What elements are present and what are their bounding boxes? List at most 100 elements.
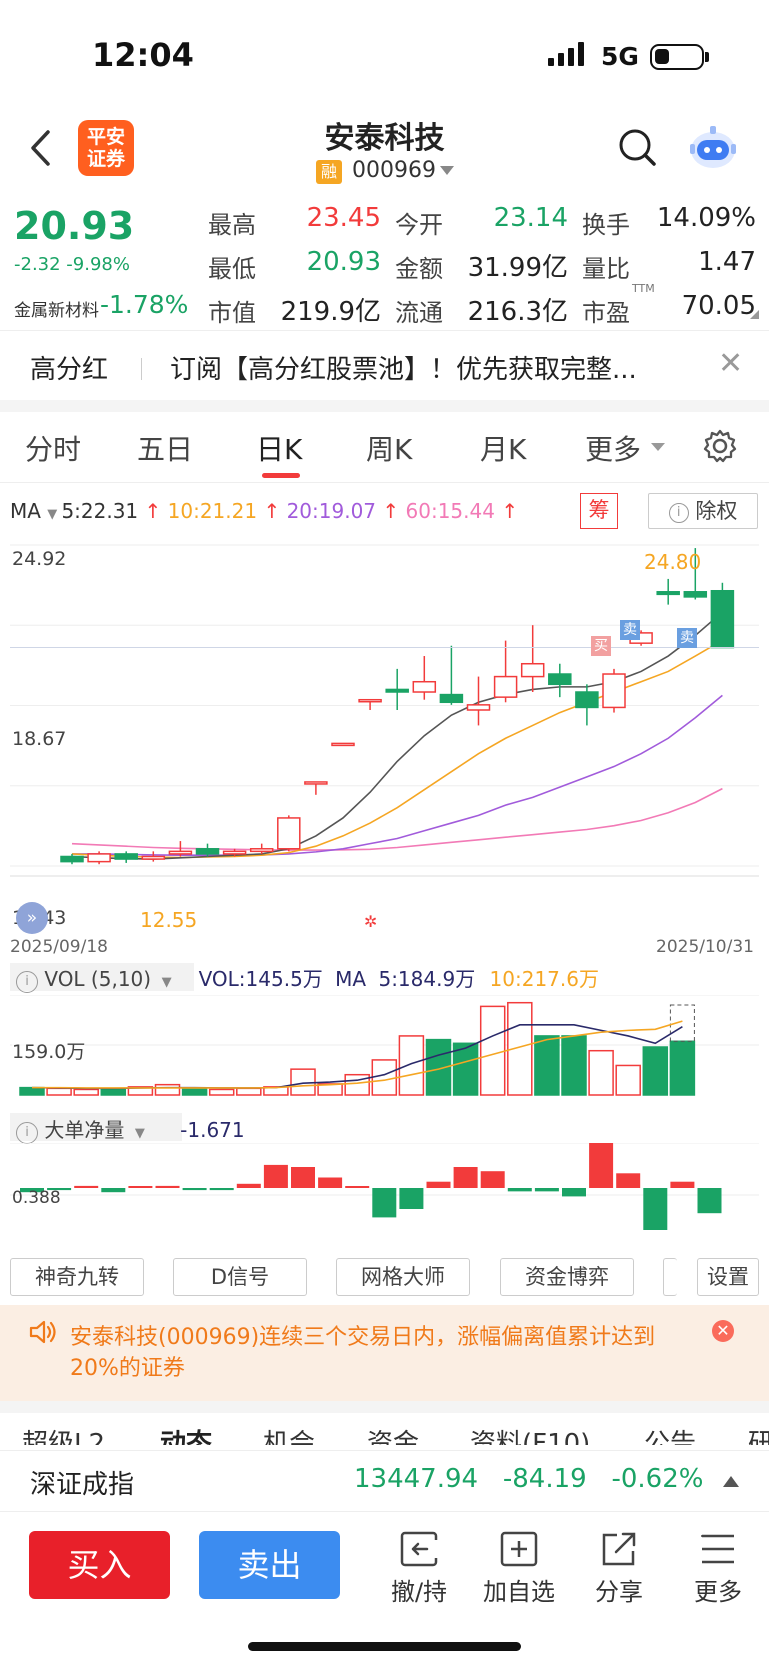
net-volume-bar (616, 1173, 641, 1188)
volume-chart[interactable] (10, 995, 759, 1100)
sell-signal-tag[interactable]: 卖 (620, 620, 640, 640)
net-volume-bar (670, 1181, 695, 1188)
tab-weekly-k[interactable]: 周K (366, 428, 412, 468)
settings-button[interactable]: 设置 (697, 1258, 759, 1296)
tab-daily-k[interactable]: 日K (256, 428, 302, 468)
kline-chart[interactable] (10, 541, 759, 943)
separator (141, 358, 142, 380)
indicator-y-label: 0.388 (12, 1188, 61, 1208)
ma5-value: 5:22.31 (61, 499, 139, 523)
quote-value: 20.93 (306, 247, 381, 277)
candle-down (575, 691, 599, 709)
net-volume-bar (643, 1188, 668, 1230)
ttm-label: TTM (632, 282, 655, 295)
tab-super-l2[interactable]: 超级L2 (22, 1427, 105, 1445)
close-icon[interactable]: ✕ (712, 1320, 734, 1342)
buy-signal-tag[interactable]: 买 (591, 636, 611, 656)
battery-icon (650, 44, 704, 70)
quote-label: 金额 (395, 255, 443, 283)
candle-down (710, 589, 735, 649)
menu-icon (701, 1534, 734, 1564)
quote-value: 23.14 (493, 203, 568, 233)
buy-button[interactable]: 买入 (29, 1531, 170, 1599)
magic-nine-button[interactable]: 神奇九转 (10, 1258, 144, 1296)
subscription-text[interactable]: 订阅【高分红股票池】！优先获取完整... (170, 349, 710, 386)
end-date: 2025/10/31 (656, 937, 754, 957)
tab-intraday[interactable]: 分时 (25, 428, 81, 468)
indicator-value: -1.671 (180, 1118, 245, 1142)
net-volume-bar (480, 1171, 505, 1188)
tab-announcements[interactable]: 公告 (644, 1427, 696, 1445)
tab-more[interactable]: 更多 (585, 428, 641, 468)
net-volume-bar (155, 1185, 180, 1188)
code-dropdown-icon[interactable] (440, 166, 454, 175)
volume-bar (642, 1046, 669, 1096)
net-volume-bar (318, 1177, 343, 1188)
volume-bar (588, 1049, 614, 1096)
tab-research[interactable]: 研 (748, 1427, 769, 1445)
sell-button[interactable]: 卖出 (199, 1531, 340, 1599)
robot-assistant-icon[interactable] (688, 124, 738, 176)
d-signal-button[interactable]: D信号 (173, 1258, 307, 1296)
candle-down (60, 855, 84, 863)
ma5-line (71, 611, 723, 860)
y-axis-mid-label: 18.67 (12, 728, 67, 750)
tab-funds[interactable]: 资金 (367, 1427, 419, 1445)
sector-change[interactable]: -1.78% (100, 290, 188, 319)
alert-text: 安泰科技(000969)连续三个交易日内，涨幅偏离值累计达到20%的证券 (70, 1325, 656, 1381)
low-price-marker: 12.55 (140, 908, 198, 932)
tab-f10[interactable]: 资料(F10) (470, 1427, 590, 1445)
ma-legend[interactable]: MA ▼ 5:22.31 ↑ 10:21.21 ↑ 20:19.07 ↑ 60:… (10, 499, 518, 523)
search-icon[interactable] (618, 128, 658, 172)
net-volume-bar (534, 1188, 559, 1192)
margin-badge: 融 (316, 160, 342, 184)
quote-value: 14.09% (656, 203, 756, 233)
index-quote: 13447.94 -84.19 -0.62% (354, 1464, 703, 1494)
close-icon[interactable]: ✕ (718, 346, 743, 381)
more-tools-button[interactable] (663, 1258, 677, 1296)
battery-tip (705, 52, 709, 62)
tab-five-day[interactable]: 五日 (137, 428, 193, 468)
scroll-left-button[interactable]: » (16, 902, 48, 934)
candle-down (439, 693, 464, 704)
sell-signal-tag[interactable]: 卖 (677, 628, 697, 648)
ma60-value: 60:15.44 (405, 499, 495, 523)
fund-game-button[interactable]: 资金博弈 (500, 1258, 634, 1296)
expand-corner-icon[interactable] (750, 310, 759, 319)
volume-indicator-name: VOL (5,10) (44, 967, 152, 991)
share-button[interactable]: 分享 (574, 1530, 664, 1607)
net-volume-bar (399, 1188, 424, 1209)
tab-opportunity[interactable]: 机会 (263, 1427, 315, 1445)
add-watchlist-button[interactable]: 加自选 (474, 1530, 564, 1607)
net-volume-bar (209, 1188, 234, 1191)
tab-monthly-k[interactable]: 月K (480, 428, 526, 468)
gear-icon[interactable] (702, 428, 738, 468)
net-volume-bar (291, 1167, 315, 1188)
current-price: 20.93 (14, 204, 135, 248)
volume-bar (236, 1087, 262, 1096)
more-button[interactable]: 更多 (673, 1530, 763, 1607)
candle-up (331, 742, 355, 747)
net-volume-bar (507, 1188, 532, 1192)
expand-up-icon[interactable] (723, 1476, 739, 1487)
index-name: 深证成指 (30, 1470, 135, 1500)
section-divider (0, 400, 769, 412)
ex-rights-label: 除权 (695, 499, 738, 523)
grid-master-button[interactable]: 网格大师 (336, 1258, 470, 1296)
volume-value: VOL:145.5万 (198, 967, 323, 991)
cancel-holdings-button[interactable]: 撤/持 (374, 1530, 464, 1607)
indicator-chart[interactable] (10, 1143, 759, 1248)
chip-distribution-button[interactable]: 筹 (580, 493, 618, 529)
ma10-value: 10:21.21 (167, 499, 258, 523)
ex-rights-button[interactable]: i 除权 (648, 493, 758, 529)
net-volume-bar (74, 1185, 99, 1188)
chevron-down-icon[interactable] (651, 443, 665, 451)
tab-news[interactable]: 动态 (160, 1427, 212, 1445)
event-marker-icon[interactable]: ✲ (364, 912, 377, 931)
speaker-icon (28, 1318, 58, 1350)
stock-code[interactable]: 000969 (352, 158, 436, 183)
volume-bar (615, 1064, 641, 1096)
sector-name[interactable]: 金属新材料 (14, 296, 99, 321)
ma-dropdown-icon[interactable]: ▼ (47, 507, 61, 522)
subscription-tag[interactable]: 高分红 (30, 349, 108, 386)
